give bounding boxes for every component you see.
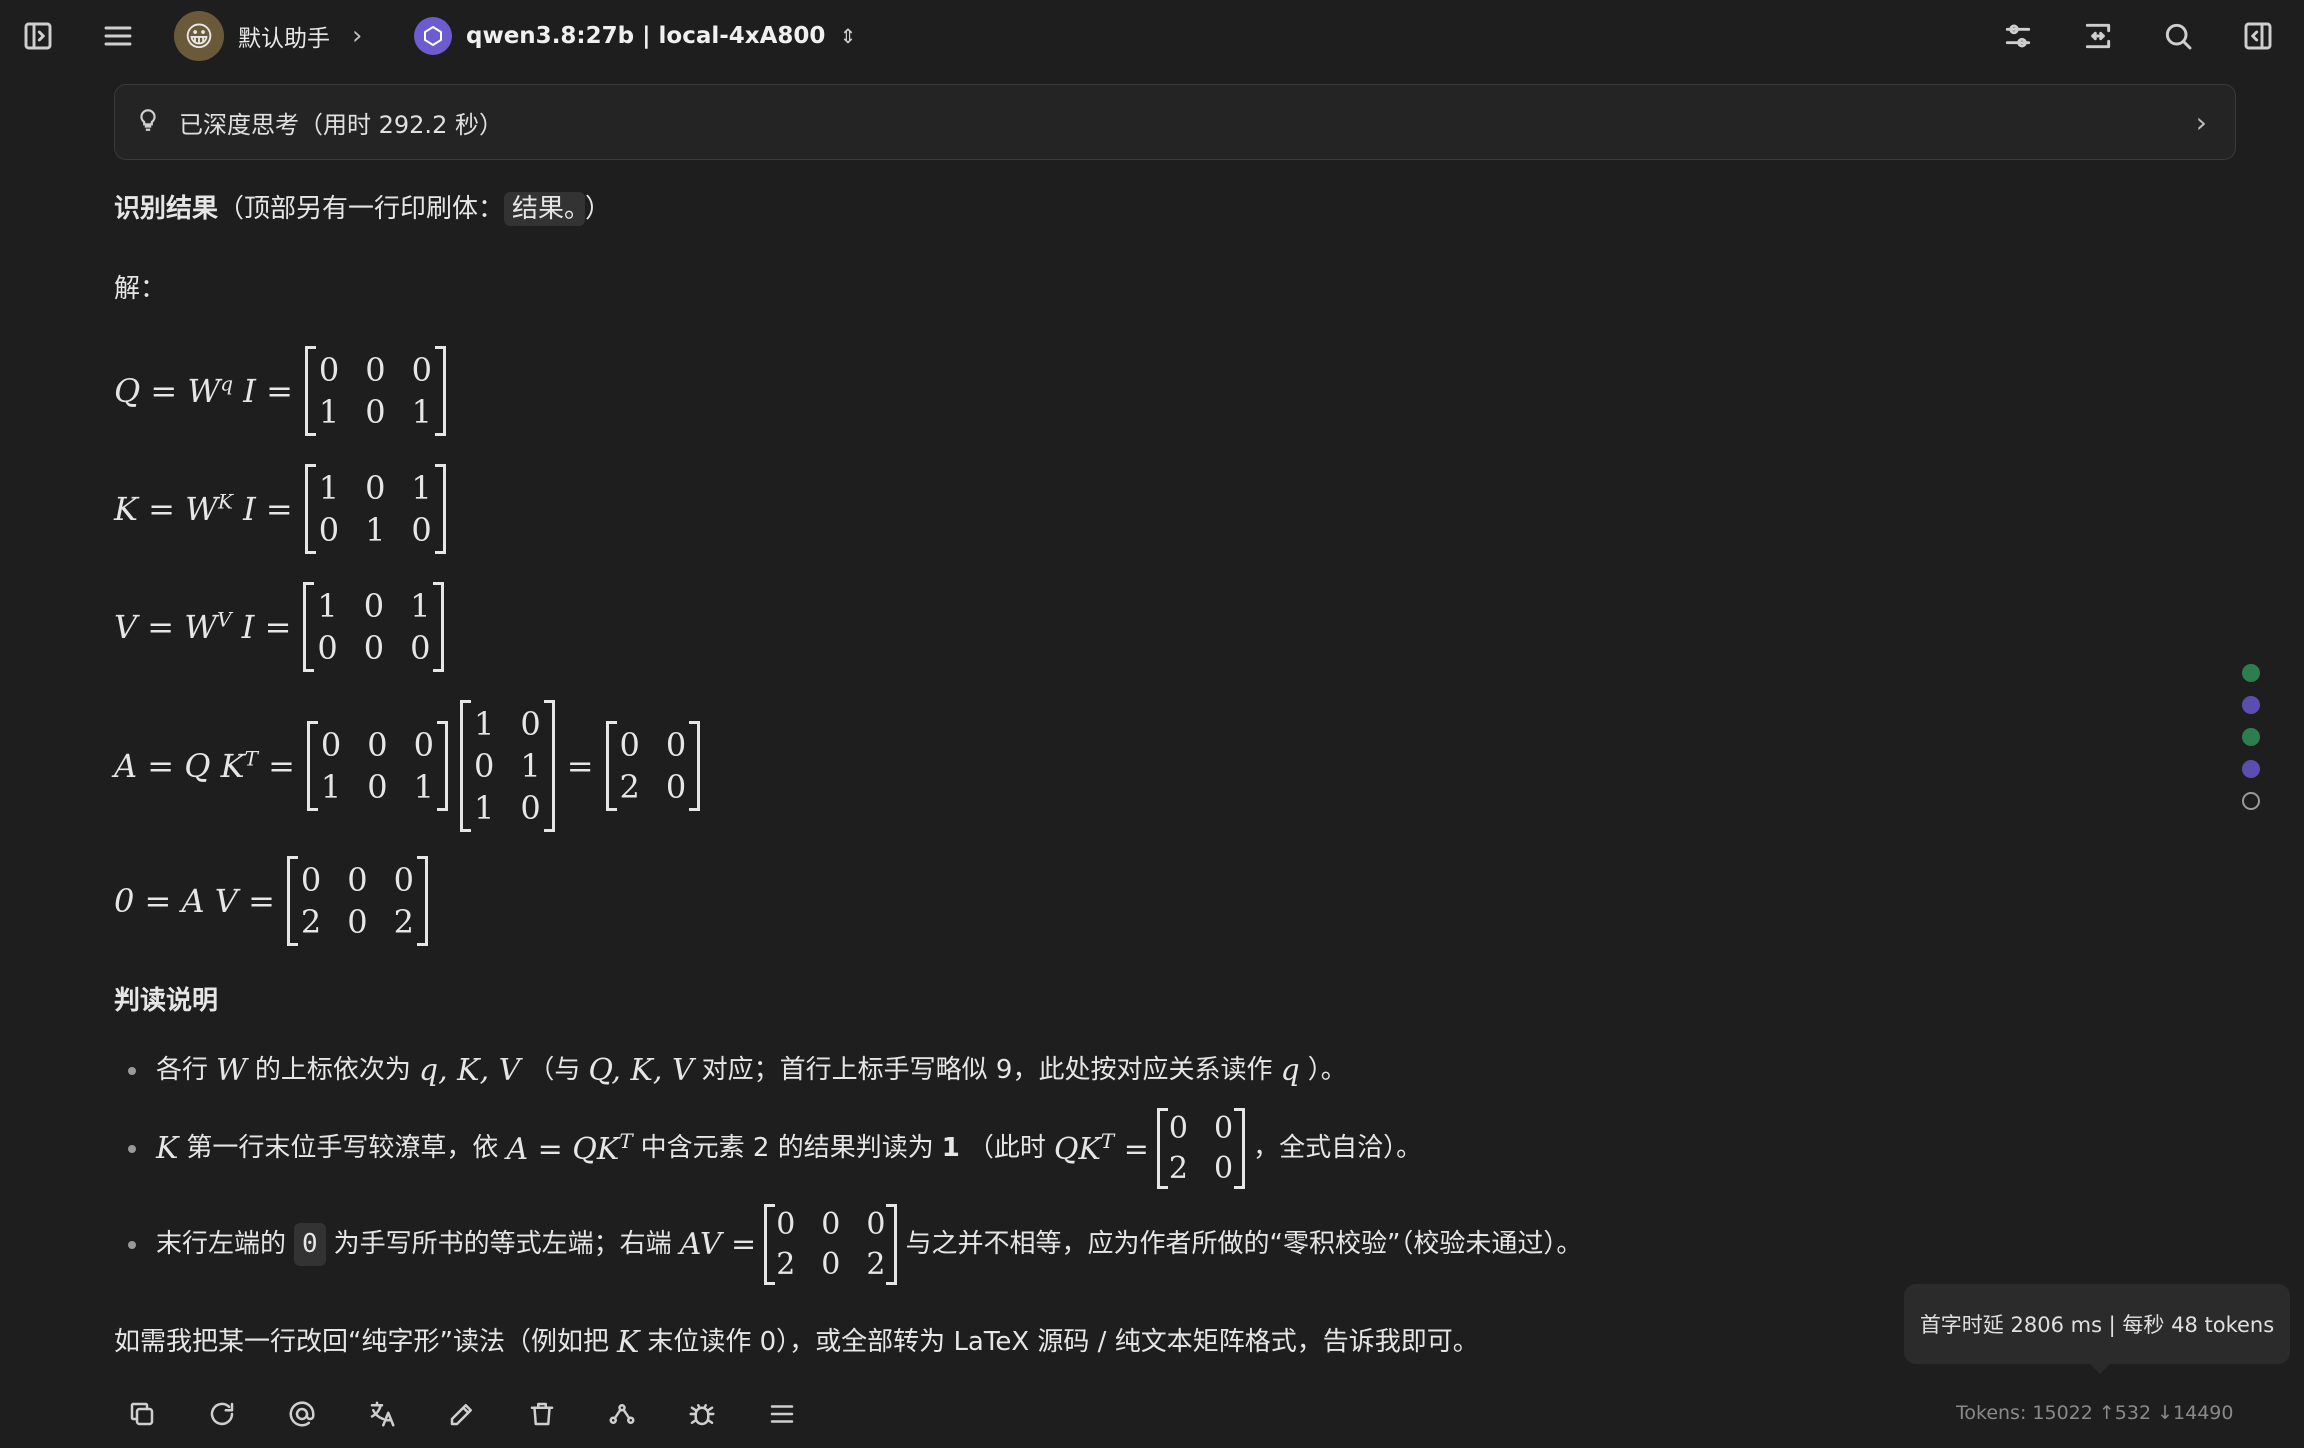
bug-icon[interactable]	[680, 1392, 724, 1436]
search-icon[interactable]	[2154, 12, 2202, 60]
matrix-k: 101 010	[304, 464, 446, 554]
closing-text: 如需我把某一行改回“纯字形”读法（例如把 K 末位读作 0），或全部转为 LaT…	[114, 1325, 1479, 1360]
matrix-av-inline: 000 202	[764, 1204, 898, 1285]
thinking-label: 已深度思考（用时 292.2 秒）	[179, 110, 503, 139]
model-name: qwen3.8:27b | local-4xA800	[466, 23, 826, 49]
matrix-qkt-inline: 00 20	[1156, 1108, 1246, 1189]
message-minimap	[2242, 664, 2260, 810]
translate-icon[interactable]	[360, 1392, 404, 1436]
regenerate-icon[interactable]	[200, 1392, 244, 1436]
minimap-user-dot[interactable]	[2242, 664, 2260, 682]
branch-icon[interactable]	[600, 1392, 644, 1436]
equation-k: K = WK I = 101 010	[114, 464, 446, 554]
matrix-av: 000 202	[286, 856, 429, 946]
list-item: K 第一行末位手写较潦草，依 A = QKT 中含元素 2 的结果判读为 1 （…	[128, 1108, 1422, 1189]
sidebar-toggle-icon[interactable]	[14, 12, 62, 60]
menu-icon[interactable]	[94, 12, 142, 60]
edit-icon[interactable]	[440, 1392, 484, 1436]
scroll-down-icon[interactable]	[2242, 792, 2260, 810]
minimap-model-dot[interactable]	[2242, 696, 2260, 714]
assistant-selector[interactable]: 😀 默认助手 ›	[174, 10, 362, 62]
matrix-kt: 10 01 10	[459, 700, 555, 832]
equation-zero: 0 = A V = 000 202	[114, 856, 429, 946]
minimap-model-dot[interactable]	[2242, 760, 2260, 778]
equation-q: Q = Wq I = 000 101	[114, 346, 447, 436]
stats-tooltip: 首字时延 2806 ms | 每秒 48 tokens	[1904, 1284, 2290, 1374]
right-panel-toggle-icon[interactable]	[2234, 12, 2282, 60]
matrix-a-result: 00 20	[605, 721, 701, 811]
inline-code: 0	[294, 1223, 326, 1266]
expand-icon[interactable]	[2074, 12, 2122, 60]
matrix-v: 101 000	[303, 582, 445, 672]
delete-icon[interactable]	[520, 1392, 564, 1436]
assistant-avatar: 😀	[174, 11, 224, 61]
message-actions	[120, 1392, 804, 1436]
mention-icon[interactable]	[280, 1392, 324, 1436]
inline-code: 结果。	[504, 192, 586, 226]
chevron-updown-icon: ⇕	[839, 24, 857, 48]
notes-title: 判读说明	[114, 986, 219, 1016]
right-toolbar	[1994, 12, 2282, 60]
assistant-name: 默认助手	[238, 26, 330, 52]
list-item: 末行左端的 0 为手写所书的等式左端；右端 AV = 000 202 与之并不相…	[128, 1204, 1582, 1285]
matrix-q: 000 101	[304, 346, 447, 436]
lightbulb-icon	[135, 107, 161, 137]
equation-v: V = WV I = 101 000	[114, 582, 445, 672]
solution-label: 解：	[114, 274, 167, 304]
chevron-right-icon: ›	[2195, 105, 2207, 139]
list-item: 各行 W 的上标依次为 q, K, V （与 Q, K, V 对应；首行上标手写…	[128, 1048, 1347, 1093]
matrix-q-in-a: 000 101	[306, 721, 449, 811]
settings-sliders-icon[interactable]	[1994, 12, 2042, 60]
token-stats: Tokens: 15022 ↑532 ↓14490	[1956, 1402, 2234, 1424]
equation-a: A = Q KT = 000 101 10 01 10 = 00 20	[114, 700, 700, 832]
copy-icon[interactable]	[120, 1392, 164, 1436]
result-heading: 识别结果（顶部另有一行印刷体： 结果。）	[114, 192, 612, 226]
model-selector[interactable]: qwen3.8:27b | local-4xA800 ⇕	[414, 14, 856, 58]
minimap-user-dot[interactable]	[2242, 728, 2260, 746]
chevron-right-icon: ›	[352, 21, 363, 51]
thinking-summary[interactable]: 已深度思考（用时 292.2 秒） ›	[114, 84, 2236, 160]
more-menu-icon[interactable]	[760, 1392, 804, 1436]
top-bar: 😀 默认助手 › qwen3.8:27b | local-4xA800 ⇕	[0, 0, 2304, 72]
model-logo-icon	[414, 17, 452, 55]
